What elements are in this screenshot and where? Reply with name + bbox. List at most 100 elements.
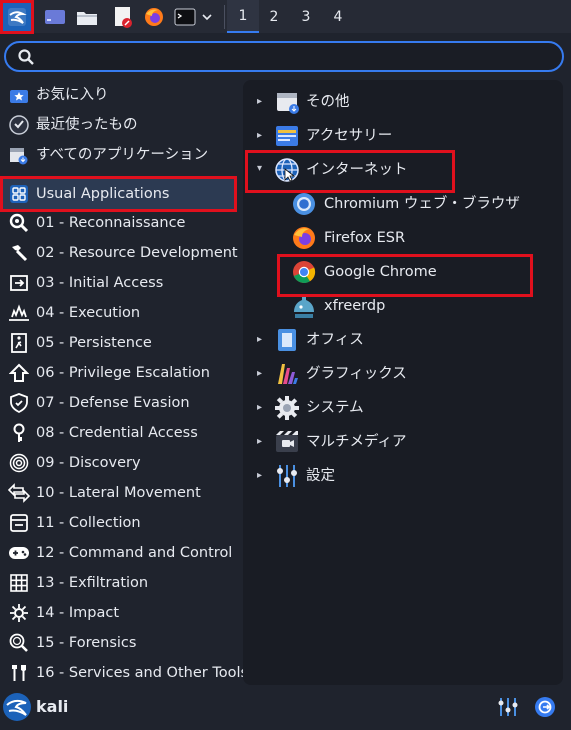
menu-item-label: 02 - Resource Development: [36, 245, 238, 261]
category-system[interactable]: ▸ システム: [243, 392, 563, 424]
hammer-icon: [8, 242, 30, 264]
category-label: 設定: [306, 468, 335, 484]
log-out-button[interactable]: [534, 696, 556, 722]
terminal-dropdown-button[interactable]: [199, 3, 215, 31]
menu-item-resource-development[interactable]: 02 - Resource Development: [0, 238, 240, 268]
menu-item-services-and-other-tools[interactable]: 16 - Services and Other Tools: [0, 658, 248, 688]
terminal-button[interactable]: [173, 3, 197, 31]
menu-item-label: 06 - Privilege Escalation: [36, 365, 210, 381]
settings-manager-button[interactable]: [497, 696, 519, 722]
username-label: kali: [36, 697, 69, 716]
menu-item-command-and-control[interactable]: 12 - Command and Control: [0, 538, 240, 568]
impact-icon: [8, 602, 30, 624]
category-label: グラフィックス: [306, 366, 407, 382]
highlight-google-chrome: [277, 254, 533, 297]
category-graphics[interactable]: ▸ グラフィックス: [243, 358, 563, 390]
menu-item-credential-access[interactable]: 08 - Credential Access: [0, 418, 240, 448]
menu-item-lateral-movement[interactable]: 10 - Lateral Movement: [0, 478, 240, 508]
menu-item-persistence[interactable]: 05 - Persistence: [0, 328, 240, 358]
search-icon: [18, 49, 34, 65]
top-taskbar: 1 2 3 4: [0, 0, 571, 34]
shield-icon: [8, 392, 30, 414]
text-editor-icon: [115, 7, 132, 28]
kali-logo-icon: [8, 8, 27, 26]
workspace-label: 2: [269, 8, 279, 25]
menu-item-discovery[interactable]: 09 - Discovery: [0, 448, 240, 478]
category-other[interactable]: ▸ その他: [243, 86, 563, 118]
expand-arrow-icon: ▸: [257, 368, 263, 379]
magnifier-icon: [8, 212, 30, 234]
office-icon: [274, 327, 300, 353]
menu-item-favorites[interactable]: お気に入り: [0, 80, 240, 110]
terminal-icon: [174, 8, 196, 26]
menu-item-label: 15 - Forensics: [36, 635, 137, 651]
expand-arrow-icon: ▸: [257, 436, 263, 447]
grid-icon: [8, 183, 30, 205]
menu-item-privilege-escalation[interactable]: 06 - Privilege Escalation: [0, 358, 240, 388]
menu-item-label: 最近使ったもの: [36, 117, 138, 133]
app-firefox-esr[interactable]: Firefox ESR: [288, 222, 563, 254]
category-label: その他: [306, 94, 350, 110]
expand-arrow-icon: ▸: [257, 130, 263, 141]
category-label: アクセサリー: [306, 128, 393, 144]
menu-item-label: 08 - Credential Access: [36, 425, 198, 441]
category-label: システム: [306, 400, 364, 416]
explosion-icon: [8, 302, 30, 324]
text-editor-button[interactable]: [110, 3, 136, 31]
settings-sliders-icon: [274, 463, 300, 489]
menu-item-defense-evasion[interactable]: 07 - Defense Evasion: [0, 388, 240, 418]
menu-item-usual-applications[interactable]: Usual Applications: [0, 176, 237, 212]
category-office[interactable]: ▸ オフィス: [243, 324, 563, 356]
graphics-icon: [274, 361, 300, 387]
tools-icon: [8, 662, 30, 684]
category-multimedia[interactable]: ▸ マルチメディア: [243, 426, 563, 458]
menu-item-label: 05 - Persistence: [36, 335, 152, 351]
workspace-label: 1: [238, 7, 248, 24]
menu-item-exfiltration[interactable]: 13 - Exfiltration: [0, 568, 240, 598]
menu-item-all-applications[interactable]: すべてのアプリケーション: [0, 140, 240, 170]
category-settings[interactable]: ▸ 設定: [243, 460, 563, 492]
menu-item-label: 09 - Discovery: [36, 455, 141, 471]
recent-icon: [8, 114, 30, 136]
menu-item-label: 03 - Initial Access: [36, 275, 164, 291]
settings-sliders-icon: [498, 698, 518, 716]
search-box[interactable]: [4, 41, 564, 72]
firefox-icon: [145, 8, 163, 26]
menu-item-label: 14 - Impact: [36, 605, 120, 621]
workspace-4-button[interactable]: 4: [322, 0, 354, 33]
menu-footer: kali: [0, 688, 571, 730]
desktop-icon: [45, 10, 65, 24]
star-icon: [8, 84, 30, 106]
show-desktop-button[interactable]: [42, 3, 68, 31]
gamepad-icon: [8, 542, 30, 564]
search-input[interactable]: [40, 46, 544, 69]
workspace-2-button[interactable]: 2: [258, 0, 290, 33]
category-accessories[interactable]: ▸ アクセサリー: [243, 120, 563, 152]
menu-item-label: 12 - Command and Control: [36, 545, 233, 561]
multimedia-icon: [274, 429, 300, 455]
fingerprint-icon: [8, 452, 30, 474]
menu-item-label: Usual Applications: [36, 186, 170, 202]
expand-arrow-icon: ▸: [257, 470, 263, 481]
workspace-1-button[interactable]: 1: [227, 0, 259, 33]
menu-item-collection[interactable]: 11 - Collection: [0, 508, 240, 538]
kali-menu-button[interactable]: [0, 0, 34, 34]
menu-item-reconnaissance[interactable]: 01 - Reconnaissance: [0, 208, 240, 238]
forensics-icon: [8, 632, 30, 654]
menu-item-impact[interactable]: 14 - Impact: [0, 598, 240, 628]
menu-item-recent[interactable]: 最近使ったもの: [0, 110, 240, 140]
menu-item-initial-access[interactable]: 03 - Initial Access: [0, 268, 240, 298]
firefox-taskbar-button[interactable]: [141, 3, 167, 31]
taskbar-separator: [224, 5, 225, 29]
menu-item-label: 11 - Collection: [36, 515, 141, 531]
accessories-icon: [274, 123, 300, 149]
menu-item-forensics[interactable]: 15 - Forensics: [0, 628, 240, 658]
expand-arrow-icon: ▸: [257, 96, 263, 107]
exfil-grid-icon: [8, 572, 30, 594]
workspace-3-button[interactable]: 3: [290, 0, 322, 33]
folder-icon: [77, 12, 97, 25]
other-icon: [274, 89, 300, 115]
menu-item-execution[interactable]: 04 - Execution: [0, 298, 240, 328]
file-manager-button[interactable]: [74, 3, 100, 31]
category-label: オフィス: [306, 332, 364, 348]
